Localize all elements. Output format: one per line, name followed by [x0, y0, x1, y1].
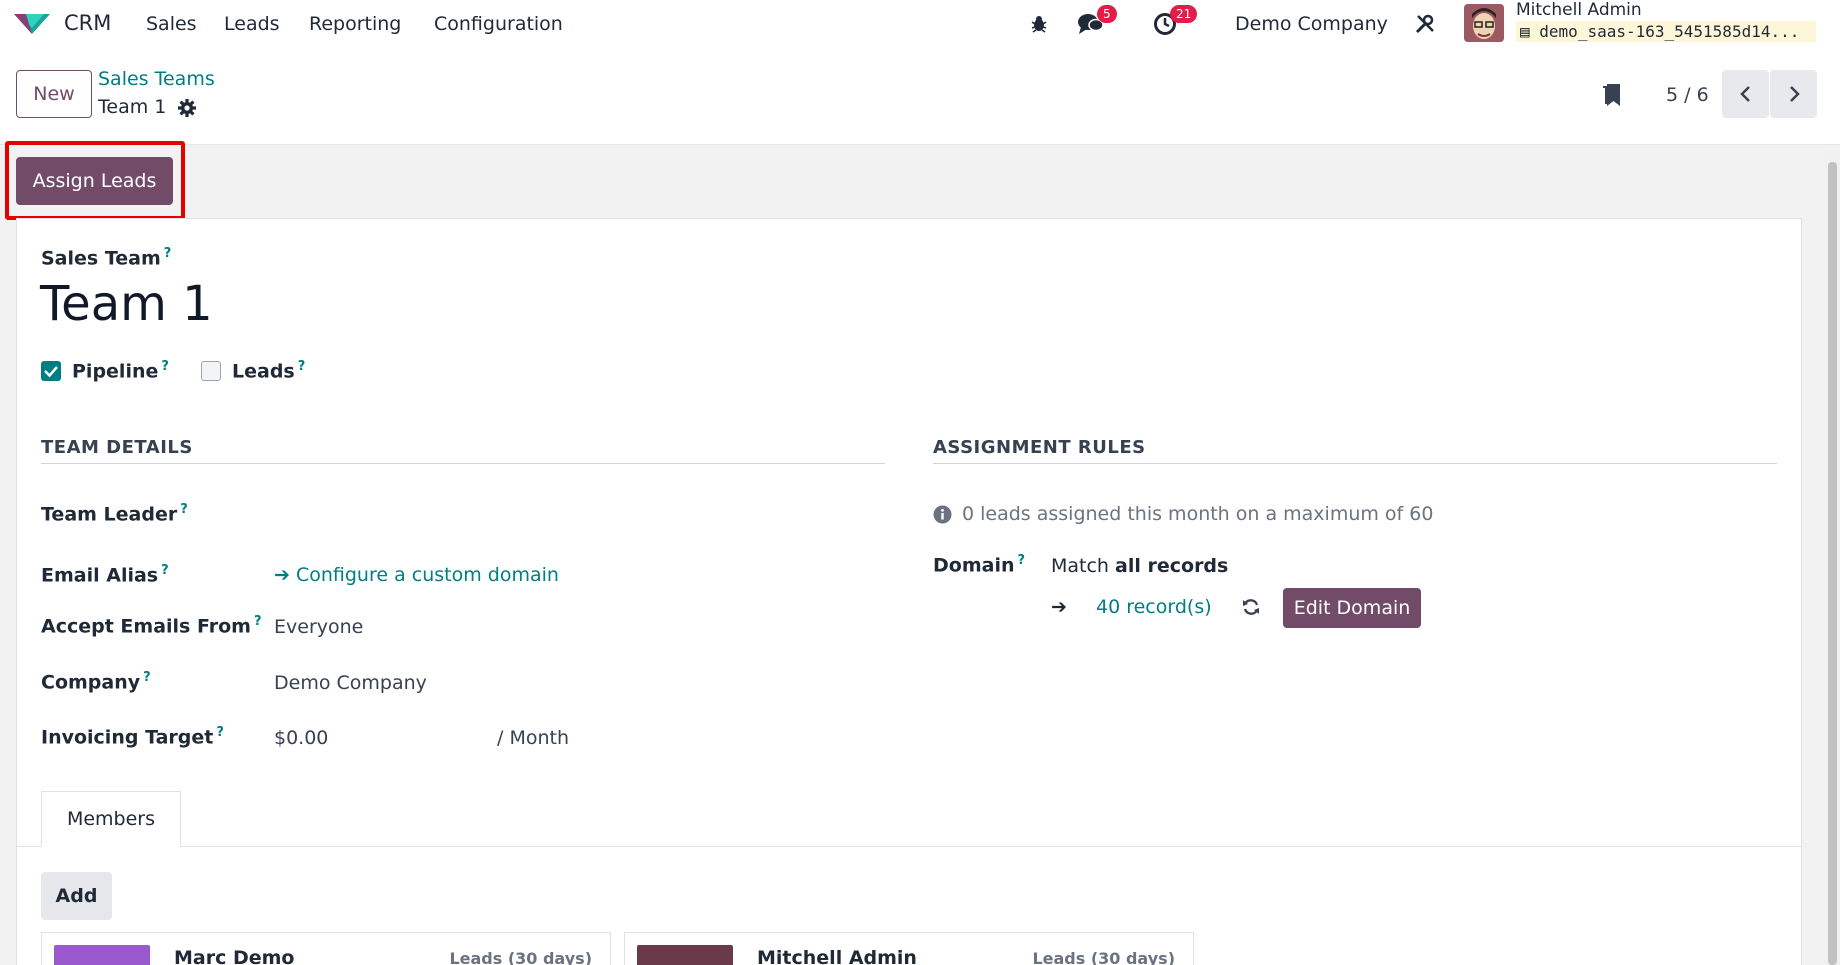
chevron-left-icon [1739, 86, 1750, 102]
member-leads-label: Leads (30 days) [449, 949, 592, 965]
debug-bug-icon[interactable] [1024, 10, 1054, 38]
pager-next-button[interactable] [1770, 70, 1817, 118]
activities-count-badge: 21 [1170, 5, 1198, 23]
company-field[interactable]: Demo Company [274, 672, 427, 694]
help-tooltip-icon[interactable]: ? [143, 670, 151, 685]
help-tooltip-icon[interactable]: ? [161, 563, 169, 578]
assignment-rules-title: ASSIGNMENT RULES [933, 437, 1146, 458]
leads-checkbox[interactable] [201, 361, 221, 381]
gear-icon[interactable] [177, 98, 197, 118]
checkmark-icon [44, 366, 58, 378]
tab-members[interactable]: Members [41, 791, 181, 847]
member-name: Mitchell Admin [757, 947, 917, 965]
invoicing-unit: / Month [497, 727, 569, 749]
help-tooltip-icon[interactable]: ? [164, 246, 172, 261]
tools-wrench-icon[interactable] [1410, 10, 1440, 38]
invoicing-target-label: Invoicing Target? [41, 725, 224, 749]
team-details-title: TEAM DETAILS [41, 437, 193, 458]
assignment-rules-divider [933, 463, 1777, 464]
app-name[interactable]: CRM [64, 11, 111, 35]
pipeline-label: Pipeline? [72, 359, 169, 383]
domain-summary: Match all records [1051, 555, 1229, 577]
member-avatar [54, 945, 150, 965]
team-leader-label: Team Leader? [41, 502, 188, 526]
pipeline-checkbox[interactable] [41, 361, 61, 381]
menu-configuration[interactable]: Configuration [434, 13, 563, 35]
assign-leads-button[interactable]: Assign Leads [16, 157, 173, 205]
leads-label: Leads? [232, 359, 306, 383]
database-name: ▤ demo_saas-163_5451585d14... [1516, 21, 1816, 42]
member-avatar [637, 945, 733, 965]
crm-logo-icon[interactable] [12, 10, 52, 36]
page-scrollbar-thumb[interactable] [1828, 162, 1837, 965]
bookmark-icon[interactable] [1600, 82, 1624, 108]
accept-emails-select[interactable]: Everyone [274, 616, 363, 638]
company-label: Company? [41, 670, 151, 694]
help-tooltip-icon[interactable]: ? [298, 359, 306, 374]
sales-team-label: Sales Team? [41, 246, 172, 270]
configure-domain-link[interactable]: ➔ Configure a custom domain [274, 564, 559, 586]
menu-leads[interactable]: Leads [224, 13, 280, 35]
add-member-button[interactable]: Add [41, 872, 112, 920]
breadcrumb-sales-teams[interactable]: Sales Teams [98, 68, 215, 90]
member-name: Marc Demo [174, 947, 295, 965]
messages-count-badge: 5 [1097, 5, 1117, 23]
domain-label: Domain? [933, 553, 1026, 577]
team-details-divider [41, 463, 885, 464]
refresh-icon[interactable] [1242, 598, 1260, 616]
email-alias-label: Email Alias? [41, 563, 169, 587]
accept-emails-label: Accept Emails From? [41, 614, 262, 638]
pager-value[interactable]: 5 / 6 [1666, 84, 1709, 106]
pager-previous-button[interactable] [1722, 70, 1769, 118]
notebook-tab-divider [16, 846, 1802, 847]
info-circle-icon [933, 505, 952, 524]
new-button[interactable]: New [16, 70, 92, 118]
help-tooltip-icon[interactable]: ? [1017, 553, 1025, 568]
company-switcher[interactable]: Demo Company [1235, 13, 1388, 35]
database-name-text: demo_saas-163_5451585d14... [1539, 22, 1800, 41]
invoicing-target-input[interactable]: $0.00 [274, 727, 328, 749]
member-card[interactable]: Mitchell Admin Leads (30 days) [624, 932, 1194, 965]
chevron-right-icon [1789, 86, 1800, 102]
member-card[interactable]: Marc Demo Leads (30 days) [41, 932, 611, 965]
user-avatar[interactable] [1464, 4, 1504, 42]
team-name-field[interactable]: Team 1 [40, 276, 213, 332]
arrow-right-icon: ➔ [274, 564, 290, 586]
help-tooltip-icon[interactable]: ? [161, 359, 169, 374]
form-sheet [16, 218, 1802, 965]
menu-sales[interactable]: Sales [146, 13, 197, 35]
breadcrumb-current: Team 1 [98, 96, 167, 118]
arrow-right-icon: ➔ [1051, 596, 1067, 618]
records-count-link[interactable]: 40 record(s) [1096, 596, 1212, 618]
database-icon: ▤ [1520, 22, 1530, 41]
help-tooltip-icon[interactable]: ? [216, 725, 224, 740]
edit-domain-button[interactable]: Edit Domain [1283, 588, 1421, 628]
control-panel: New Sales Teams Team 1 5 / 6 [0, 48, 1840, 145]
help-tooltip-icon[interactable]: ? [254, 614, 262, 629]
top-navbar: CRM Sales Leads Reporting Configuration … [0, 0, 1840, 48]
help-tooltip-icon[interactable]: ? [180, 502, 188, 517]
assignment-info-text: 0 leads assigned this month on a maximum… [962, 503, 1434, 525]
member-leads-label: Leads (30 days) [1032, 949, 1175, 965]
menu-reporting[interactable]: Reporting [309, 13, 401, 35]
user-name[interactable]: Mitchell Admin [1516, 0, 1642, 20]
